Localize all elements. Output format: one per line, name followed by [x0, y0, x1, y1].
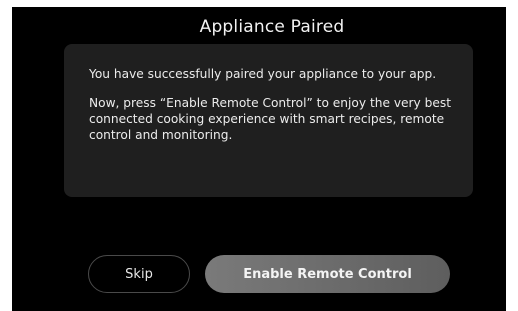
enable-remote-control-button[interactable]: Enable Remote Control: [205, 255, 450, 293]
appliance-paired-screen: Appliance Paired You have successfully p…: [12, 7, 506, 311]
skip-button[interactable]: Skip: [88, 255, 190, 293]
page-title: Appliance Paired: [199, 17, 345, 37]
message-text: You have successfully paired your applia…: [89, 66, 461, 143]
instruction-message: Now, press “Enable Remote Control” to en…: [89, 96, 451, 142]
message-card: You have successfully paired your applia…: [64, 44, 473, 197]
success-message: You have successfully paired your applia…: [89, 67, 437, 81]
